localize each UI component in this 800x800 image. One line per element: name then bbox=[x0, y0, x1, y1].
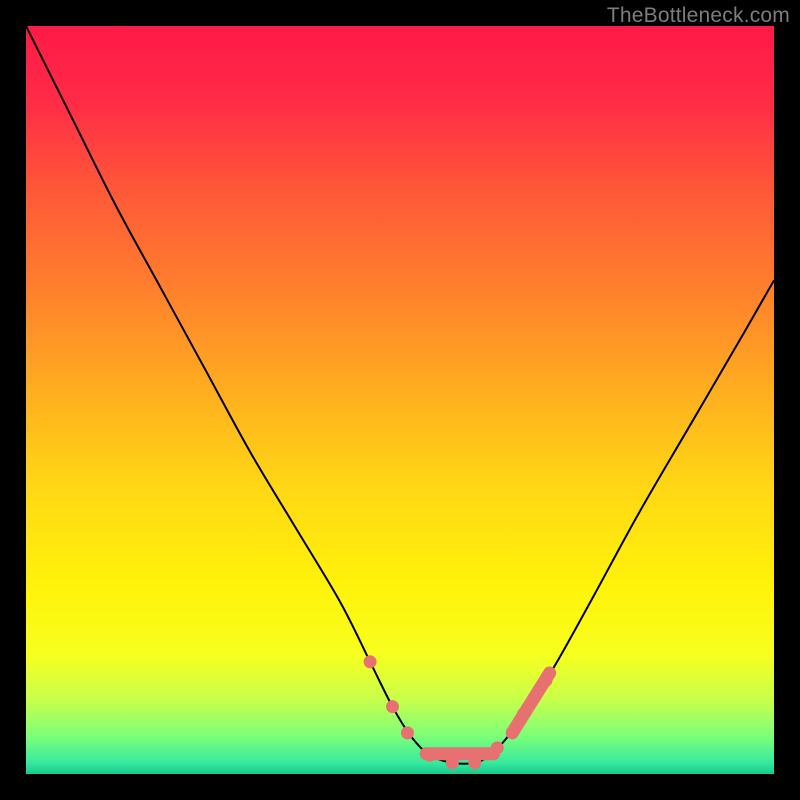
highlight-dot bbox=[364, 655, 377, 668]
highlight-dot bbox=[468, 756, 481, 769]
highlight-dot bbox=[517, 708, 530, 721]
highlight-dot bbox=[446, 756, 459, 769]
highlight-dot bbox=[539, 674, 552, 687]
highlight-dot bbox=[423, 749, 436, 762]
chart-frame bbox=[26, 26, 774, 774]
highlight-dot bbox=[386, 700, 399, 713]
watermark-text: TheBottleneck.com bbox=[607, 4, 790, 28]
bottleneck-chart bbox=[26, 26, 774, 774]
highlight-dot bbox=[401, 726, 414, 739]
highlight-dot bbox=[491, 741, 504, 754]
gradient-background bbox=[26, 26, 774, 774]
